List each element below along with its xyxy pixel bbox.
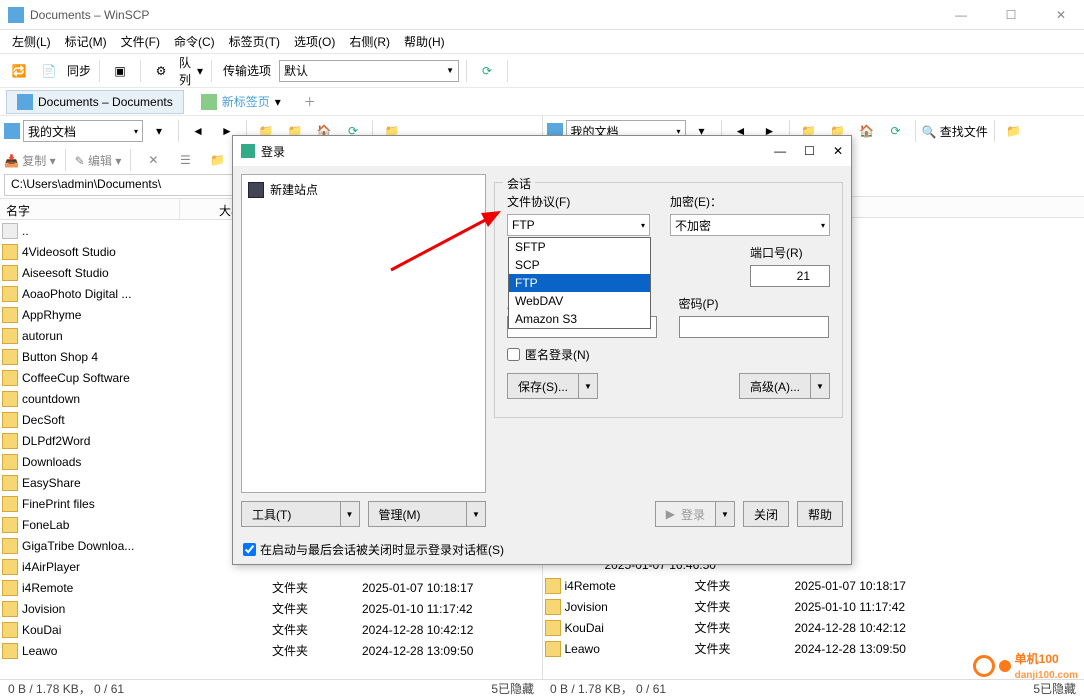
tab-documents[interactable]: Documents – Documents xyxy=(6,90,184,114)
menu-item[interactable]: 右侧(R) xyxy=(343,31,396,52)
advanced-button[interactable]: 高级(A)... xyxy=(739,373,810,399)
tools-button[interactable]: 工具(T) xyxy=(241,501,340,527)
port-input[interactable] xyxy=(750,265,830,287)
settings-icon[interactable]: ⚙ xyxy=(148,58,174,84)
list-item[interactable]: KouDai文件夹2024-12-28 10:42:12 xyxy=(0,619,542,640)
add-tab-button[interactable]: ＋ xyxy=(298,93,322,110)
watermark: 单机100danji100.com xyxy=(973,650,1078,681)
statusbar: 0 B / 1.78 KB， 0 / 61 5已隐藏 0 B / 1.78 KB，… xyxy=(0,679,1084,697)
protocol-option[interactable]: WebDAV xyxy=(509,292,650,310)
folder-icon xyxy=(4,123,20,139)
close-dialog-button[interactable]: 关闭 xyxy=(743,501,789,527)
find-button[interactable]: 🔍 查找文件 xyxy=(922,123,988,140)
port-label: 端口号(R) xyxy=(750,244,830,261)
list-item[interactable]: i4Remote文件夹2025-01-07 10:18:17 xyxy=(0,577,542,598)
titlebar: Documents – WinSCP — ☐ ✕ xyxy=(0,0,1084,30)
filter-icon[interactable]: ▾ xyxy=(146,118,172,144)
menu-item[interactable]: 标记(M) xyxy=(59,31,113,52)
protocol-option[interactable]: Amazon S3 xyxy=(509,310,650,328)
anon-checkbox[interactable] xyxy=(507,348,520,361)
encryption-combo[interactable]: 不加密▾ xyxy=(670,214,830,236)
protocol-label: 文件协议(F) xyxy=(507,193,650,210)
password-label: 密码(P) xyxy=(679,295,831,312)
newfolder-icon[interactable]: 📁 xyxy=(204,147,230,173)
folder-icon xyxy=(17,94,33,110)
menubar: 左侧(L)标记(M)文件(F)命令(C)标签页(T)选项(O)右侧(R)帮助(H… xyxy=(0,30,1084,54)
terminal-icon[interactable]: ▣ xyxy=(107,58,133,84)
refresh-icon[interactable]: ⟳ xyxy=(474,58,500,84)
left-status-hidden: 5已隐藏 xyxy=(491,680,534,697)
tab-new[interactable]: 新标签页 ▾ xyxy=(190,89,292,114)
login-min-button[interactable]: — xyxy=(774,144,786,158)
save-button[interactable]: 保存(S)... xyxy=(507,373,578,399)
list-item[interactable]: KouDai文件夹2024-12-28 10:42:12 xyxy=(543,617,1084,638)
delete-icon[interactable]: ✕ xyxy=(140,147,166,173)
list-item[interactable]: Leawo文件夹2024-12-28 13:09:50 xyxy=(0,640,542,661)
new-tab-icon xyxy=(201,94,217,110)
protocol-option[interactable]: SCP xyxy=(509,256,650,274)
right-status-hidden: 5已隐藏 xyxy=(1033,680,1076,697)
manage-dropdown[interactable]: ▼ xyxy=(466,501,486,527)
anon-label[interactable]: 匿名登录(N) xyxy=(525,346,590,363)
menu-item[interactable]: 标签页(T) xyxy=(223,31,286,52)
protocol-option[interactable]: FTP xyxy=(509,274,650,292)
refresh-icon[interactable]: ⟳ xyxy=(883,118,909,144)
protocol-dropdown[interactable]: SFTPSCPFTPWebDAVAmazon S3 xyxy=(508,237,651,329)
login-dialog: 登录 — ☐ ✕ 新建站点 工具(T)▼ 管理(M)▼ 会话 xyxy=(232,135,852,565)
new-site-item[interactable]: 新建站点 xyxy=(246,179,481,200)
list-item[interactable]: i4Remote文件夹2025-01-07 10:18:17 xyxy=(543,575,1084,596)
site-list[interactable]: 新建站点 xyxy=(241,174,486,493)
copy-button[interactable]: 📥 复制 ▾ xyxy=(4,152,56,169)
close-button[interactable]: ✕ xyxy=(1046,8,1076,22)
list-item[interactable]: Jovision文件夹2025-01-10 11:17:42 xyxy=(543,596,1084,617)
right-status-sel: 0 B / 1.78 KB， 0 / 61 xyxy=(550,680,666,697)
encryption-label: 加密(E)： xyxy=(670,193,830,210)
protocol-combo[interactable]: FTP▾ SFTPSCPFTPWebDAVAmazon S3 xyxy=(507,214,650,236)
save-dropdown[interactable]: ▼ xyxy=(578,373,598,399)
edit-button[interactable]: ✎ 编辑 ▾ xyxy=(75,152,122,169)
session-group-label: 会话 xyxy=(503,175,535,192)
monitor-icon xyxy=(248,182,264,198)
password-input[interactable] xyxy=(679,316,829,338)
menu-item[interactable]: 帮助(H) xyxy=(398,31,451,52)
login-dropdown[interactable]: ▼ xyxy=(715,501,735,527)
protocol-option[interactable]: SFTP xyxy=(509,238,650,256)
login-max-button[interactable]: ☐ xyxy=(804,144,815,158)
window-title: Documents – WinSCP xyxy=(30,8,149,22)
left-status-sel: 0 B / 1.78 KB， 0 / 61 xyxy=(8,680,124,697)
menu-item[interactable]: 命令(C) xyxy=(168,31,221,52)
show-on-start-checkbox[interactable] xyxy=(243,543,256,556)
sync-toggle[interactable]: 同步 xyxy=(66,58,92,84)
sync-icon[interactable]: 🔁 xyxy=(6,58,32,84)
list-item[interactable]: Jovision文件夹2025-01-10 11:17:42 xyxy=(0,598,542,619)
back-icon[interactable]: ◄ xyxy=(185,118,211,144)
transfer-label: 传输选项 xyxy=(219,62,275,79)
menu-item[interactable]: 文件(F) xyxy=(115,31,166,52)
home-icon[interactable]: 🏠 xyxy=(854,118,880,144)
compare-icon[interactable]: 📄 xyxy=(36,58,62,84)
queue-button[interactable]: 队列 ▾ xyxy=(178,58,204,84)
menu-item[interactable]: 选项(O) xyxy=(288,31,341,52)
transfer-combo[interactable]: 默认▼ xyxy=(279,60,459,82)
main-toolbar: 🔁 📄 同步 ▣ ⚙ 队列 ▾ 传输选项 默认▼ ⟳ xyxy=(0,54,1084,88)
props-icon[interactable]: ☰ xyxy=(172,147,198,173)
manage-button[interactable]: 管理(M) xyxy=(368,501,467,527)
minimize-button[interactable]: — xyxy=(946,8,976,22)
bookmark-icon[interactable]: 📁 xyxy=(1001,118,1027,144)
left-location-combo[interactable]: 我的文档▾ xyxy=(23,120,143,142)
login-button[interactable]: ▶ 登录 xyxy=(655,501,715,527)
login-titlebar: 登录 — ☐ ✕ xyxy=(233,136,851,166)
login-icon xyxy=(241,144,255,158)
app-icon xyxy=(8,7,24,23)
tools-dropdown[interactable]: ▼ xyxy=(340,501,360,527)
show-on-start-label[interactable]: 在启动与最后会话被关闭时显示登录对话框(S) xyxy=(260,541,504,558)
login-close-button[interactable]: ✕ xyxy=(833,144,843,158)
login-title-text: 登录 xyxy=(261,143,285,160)
maximize-button[interactable]: ☐ xyxy=(996,8,1026,22)
menu-item[interactable]: 左侧(L) xyxy=(6,31,57,52)
help-button[interactable]: 帮助 xyxy=(797,501,843,527)
advanced-dropdown[interactable]: ▼ xyxy=(810,373,830,399)
tabbar: Documents – Documents 新标签页 ▾ ＋ xyxy=(0,88,1084,116)
